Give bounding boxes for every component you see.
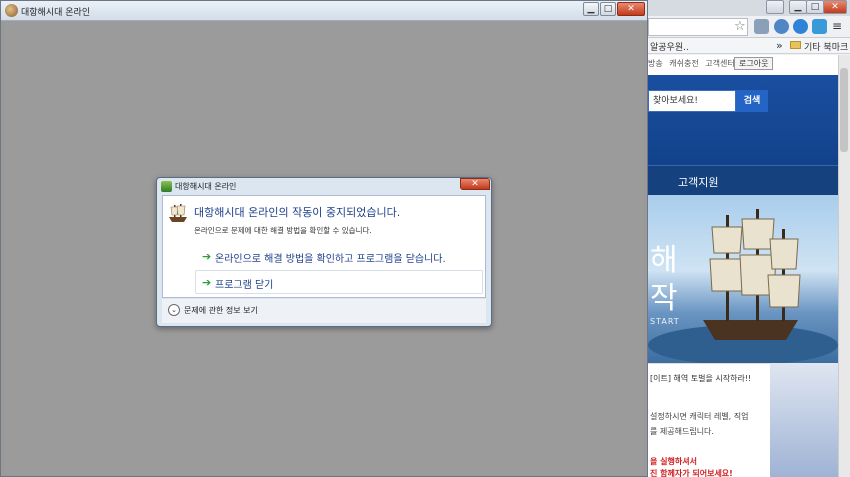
- app-icon: [161, 181, 172, 192]
- other-bookmarks-folder[interactable]: 기타 북마크: [804, 40, 848, 53]
- close-program-option[interactable]: ➔ 프로그램 닫기: [195, 270, 483, 294]
- site-search-input[interactable]: 찾아보세요!: [648, 90, 736, 112]
- browser-maximize-button[interactable]: □: [806, 0, 824, 14]
- browser-profile-button[interactable]: [766, 0, 784, 14]
- ship-wheel-icon: [5, 4, 18, 17]
- ship-icon: [169, 204, 187, 222]
- expand-details-icon[interactable]: ⌄: [168, 304, 180, 316]
- bookmark-star-icon[interactable]: ☆: [734, 19, 746, 34]
- notice-text: 설정하시면 캐릭터 레벨, 직업: [650, 412, 749, 421]
- page-scrollbar-thumb[interactable]: [840, 68, 848, 152]
- notice-highlight: 을 실행하셔서: [650, 457, 697, 466]
- page-top-links: 방송 캐쉬충전 고객센터: [648, 58, 739, 69]
- site-nav-bar: 고객지원: [648, 165, 838, 195]
- logout-button[interactable]: 로그아웃: [734, 57, 774, 70]
- download-icon[interactable]: [793, 19, 808, 34]
- extension-icon[interactable]: [754, 19, 769, 34]
- bookmarks-overflow-chevron[interactable]: »: [776, 39, 783, 52]
- dialog-heading: 대항해시대 온라인의 작동이 중지되었습니다.: [194, 206, 401, 219]
- dialog-footer: ⌄ 문제에 관한 정보 보기: [162, 299, 486, 323]
- browser-close-button[interactable]: ✕: [823, 0, 847, 14]
- top-link-broadcast[interactable]: 방송: [648, 59, 663, 68]
- notice-panel: [이트] 해역 토벌을 시작하라!! 설정하시면 캐릭터 레벨, 직업 를 제공…: [648, 363, 770, 477]
- notice-text: 를 제공해드립니다.: [650, 427, 714, 436]
- game-window-title: 대항해시대 온라인: [21, 8, 91, 18]
- minimize-button[interactable]: ▁: [583, 2, 599, 16]
- green-arrow-icon: ➔: [202, 250, 212, 263]
- dialog-subtext: 온라인으로 문제에 대한 해결 방법을 확인할 수 있습니다.: [194, 226, 372, 235]
- nav-item-support[interactable]: 고객지원: [678, 174, 718, 190]
- folder-icon: [790, 41, 801, 49]
- dialog-content: 대항해시대 온라인의 작동이 중지되었습니다. 온라인으로 문제에 대한 해결 …: [162, 195, 486, 298]
- check-online-option[interactable]: ➔ 온라인으로 해결 방법을 확인하고 프로그램을 닫습니다.: [195, 244, 483, 268]
- top-link-cash[interactable]: 캐쉬충전: [669, 59, 698, 68]
- web-page: 방송 캐쉬충전 고객센터 로그아웃 찾아보세요! 검색 고객지원 해 작 STA…: [648, 55, 838, 477]
- view-problem-details-link[interactable]: 문제에 관한 정보 보기: [184, 305, 258, 316]
- notice-highlight: 진 함께자가 되어보세요!: [650, 469, 733, 477]
- game-window-titlebar[interactable]: 대항해시대 온라인 ▁ □ ✕: [1, 1, 647, 21]
- dialog-title: 대항해시대 온라인: [175, 182, 237, 191]
- menu-icon[interactable]: ≡: [832, 19, 847, 34]
- extension-globe-icon[interactable]: [774, 19, 789, 34]
- banner-title-char: 작: [650, 281, 678, 316]
- browser-minimize-button[interactable]: ▁: [789, 0, 807, 14]
- promo-banner[interactable]: 해 작 START: [648, 195, 838, 363]
- banner-start-text: START: [650, 317, 680, 326]
- site-search-button[interactable]: 검색: [736, 90, 768, 112]
- dialog-close-button[interactable]: ✕: [460, 178, 490, 190]
- side-character-art: [770, 363, 838, 477]
- option-label: 온라인으로 해결 방법을 확인하고 프로그램을 닫습니다.: [215, 254, 446, 265]
- browser-address-bar[interactable]: [648, 18, 748, 36]
- option-label: 프로그램 닫기: [215, 280, 274, 291]
- green-arrow-icon: ➔: [202, 276, 212, 289]
- top-link-support[interactable]: 고객센터: [705, 59, 734, 68]
- crash-dialog: 대항해시대 온라인 ✕ 대항해시대 온라인의 작동이 중지되었습니다. 온라인으…: [156, 177, 492, 327]
- maximize-button[interactable]: □: [600, 2, 616, 16]
- bookmarks-bar: 알공우원.. » 기타 북마크: [648, 38, 850, 54]
- bookmark-item[interactable]: 알공우원..: [650, 40, 689, 53]
- notice-title[interactable]: [이트] 해역 토벌을 시작하라!!: [650, 373, 751, 384]
- close-button[interactable]: ✕: [617, 2, 645, 16]
- extension-blue-icon[interactable]: [812, 19, 827, 34]
